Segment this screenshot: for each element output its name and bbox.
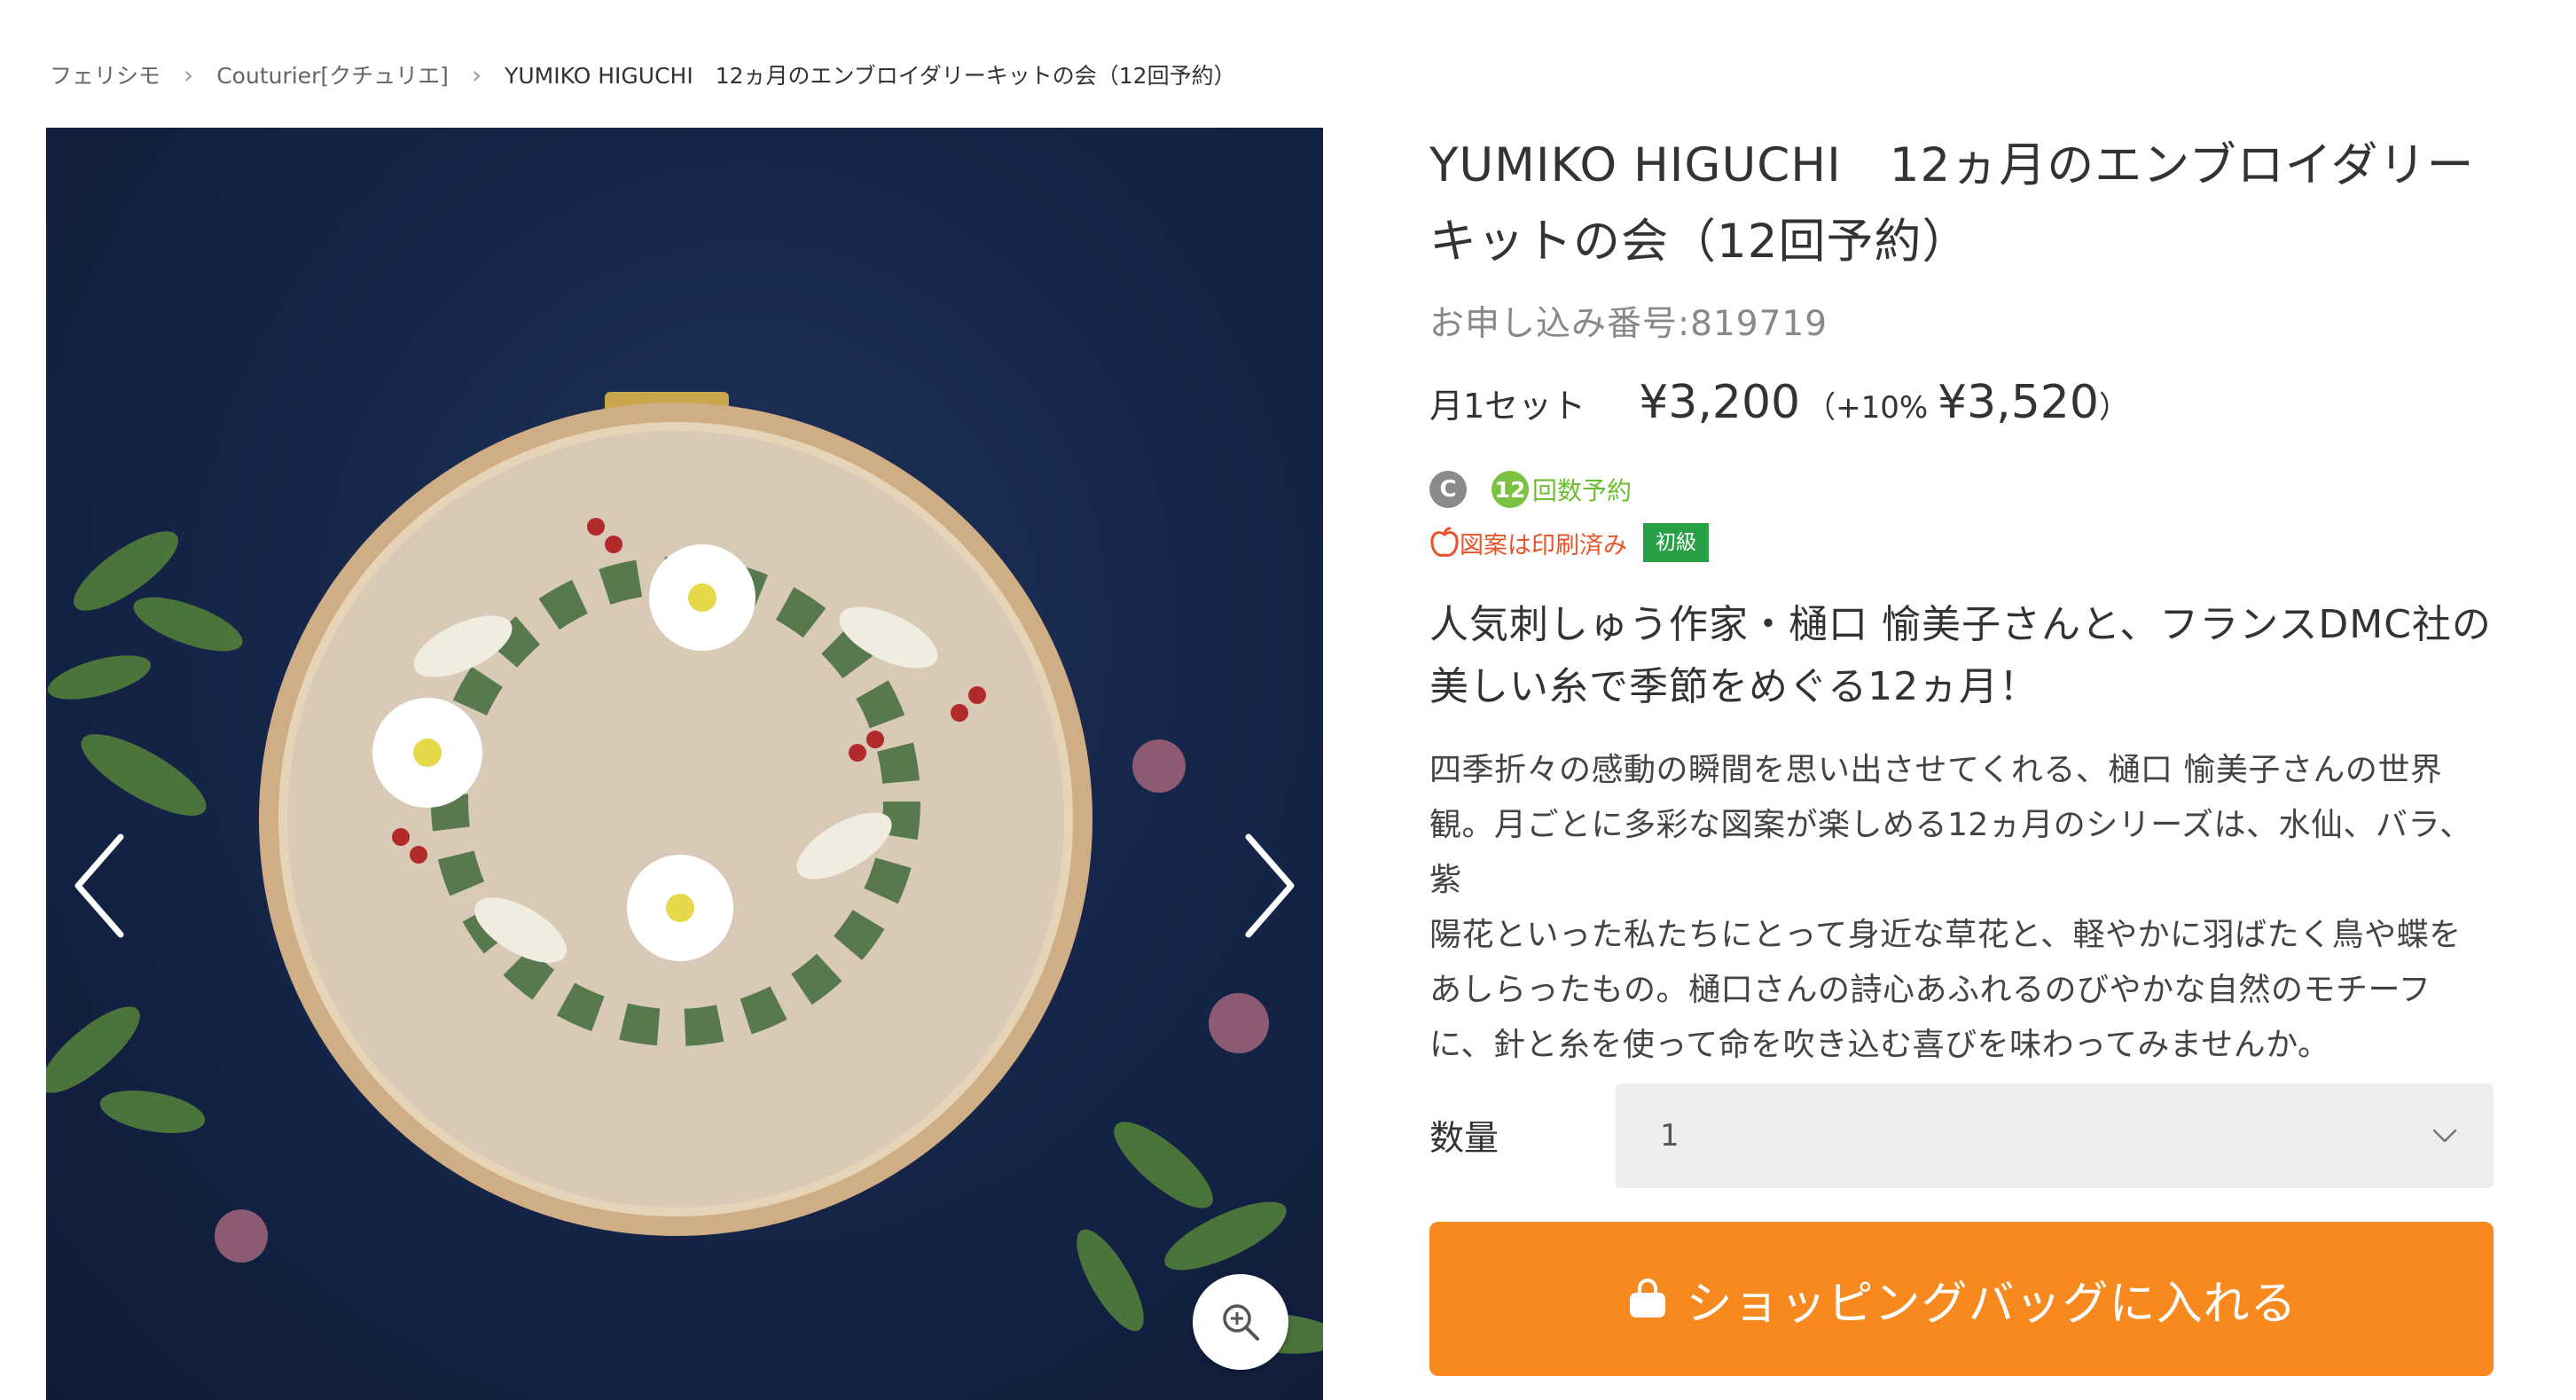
level-badge: 初級 <box>1643 523 1709 562</box>
breadcrumb-current: YUMIKO HIGUCHI 12ヵ月のエンブロイダリーキットの会（12回予約） <box>505 63 1236 89</box>
shopping-bag-icon <box>1630 1279 1666 1318</box>
gallery-next-button[interactable] <box>1238 828 1300 943</box>
price-tax-included: （+10% ¥3,520） <box>1805 376 2129 429</box>
add-to-bag-label: ショッピングバッグに入れる <box>1686 1277 2298 1331</box>
apple-icon <box>1430 527 1459 557</box>
zoom-in-icon <box>1223 1304 1259 1341</box>
count-label: 回数予約 <box>1532 476 1633 505</box>
product-description: 四季折々の感動の瞬間を思い出させてくれる、樋口 愉美子さんの世界 観。月ごとに多… <box>1429 743 2494 1073</box>
tax-price: ¥3,520 <box>1938 376 2099 429</box>
quantity-select[interactable]: 1 <box>1616 1083 2494 1188</box>
product-title-line1: YUMIKO HIGUCHI 12ヵ月のエンブロイダリー <box>1429 138 2475 192</box>
product-info: YUMIKO HIGUCHI 12ヵ月のエンブロイダリー キットの会（12回予約… <box>1429 128 2494 1073</box>
breadcrumb-link-felissimo[interactable]: フェリシモ <box>50 59 161 90</box>
breadcrumb-link-couturier[interactable]: Couturier[クチュリエ] <box>216 59 449 90</box>
product-photo <box>46 392 1323 1354</box>
count-number: 12 <box>1492 471 1529 508</box>
zoom-button[interactable] <box>1193 1274 1288 1370</box>
description-line: 観。月ごとに多彩な図案が楽しめる12ヵ月のシリーズは、水仙、バラ、紫 <box>1429 807 2472 898</box>
breadcrumb: フェリシモ › Couturier[クチュリエ] › YUMIKO HIGUCH… <box>50 57 1236 92</box>
count-reservation-badge: 12 回数予約 <box>1492 471 1632 508</box>
chevron-left-icon <box>74 833 124 938</box>
course-c-badge: C <box>1429 471 1467 508</box>
product-title-line2: キットの会（12回予約） <box>1429 215 1970 269</box>
description-line: あしらったもの。樋口さんの詩心あふれるのびやかな自然のモチーフ <box>1429 972 2431 1008</box>
quantity-row: 数量 1 <box>1429 1083 2494 1188</box>
feature-badges: 図案は印刷済み 初級 <box>1429 521 2494 564</box>
printed-pattern-label: 図案は印刷済み <box>1460 531 1627 559</box>
breadcrumb-separator-icon: › <box>471 59 482 90</box>
catch-copy-line1: 人気刺しゅう作家・樋口 愉美子さんと、フランスDMC社の <box>1429 602 2492 647</box>
product-image-gallery <box>46 128 1323 1400</box>
price: ¥3,200 <box>1639 376 1801 429</box>
plan-badges: C 12 回数予約 <box>1429 468 2494 511</box>
description-line: に、針と糸を使って命を吹き込む喜びを味わってみませんか。 <box>1429 1027 2330 1063</box>
tax-suffix: ） <box>2098 390 2129 426</box>
description-line: 四季折々の感動の瞬間を思い出させてくれる、樋口 愉美子さんの世界 <box>1429 752 2443 788</box>
price-unit: 月1セット <box>1429 387 1586 426</box>
chevron-right-icon <box>1245 833 1295 938</box>
breadcrumb-separator-icon: › <box>184 59 194 90</box>
tax-prefix: （+10% <box>1805 390 1929 426</box>
price-row: 月1セット ¥3,200 （+10% ¥3,520） <box>1429 376 2494 429</box>
chevron-down-icon <box>2432 1129 2457 1143</box>
catch-copy: 人気刺しゅう作家・樋口 愉美子さんと、フランスDMC社の 美しい糸で季節をめぐる… <box>1429 594 2494 718</box>
add-to-bag-button[interactable]: ショッピングバッグに入れる <box>1429 1222 2494 1376</box>
quantity-value: 1 <box>1660 1118 1679 1154</box>
printed-pattern-badge: 図案は印刷済み <box>1429 526 1627 560</box>
quantity-label: 数量 <box>1429 1119 1499 1159</box>
description-line: 陽花といった私たちにとって身近な草花と、軽やかに羽ばたく鳥や蝶を <box>1429 917 2462 953</box>
product-title: YUMIKO HIGUCHI 12ヵ月のエンブロイダリー キットの会（12回予約… <box>1429 128 2494 280</box>
order-number: お申し込み番号:819719 <box>1429 304 1828 344</box>
gallery-prev-button[interactable] <box>69 828 131 943</box>
catch-copy-line2: 美しい糸で季節をめぐる12ヵ月！ <box>1429 664 2040 709</box>
